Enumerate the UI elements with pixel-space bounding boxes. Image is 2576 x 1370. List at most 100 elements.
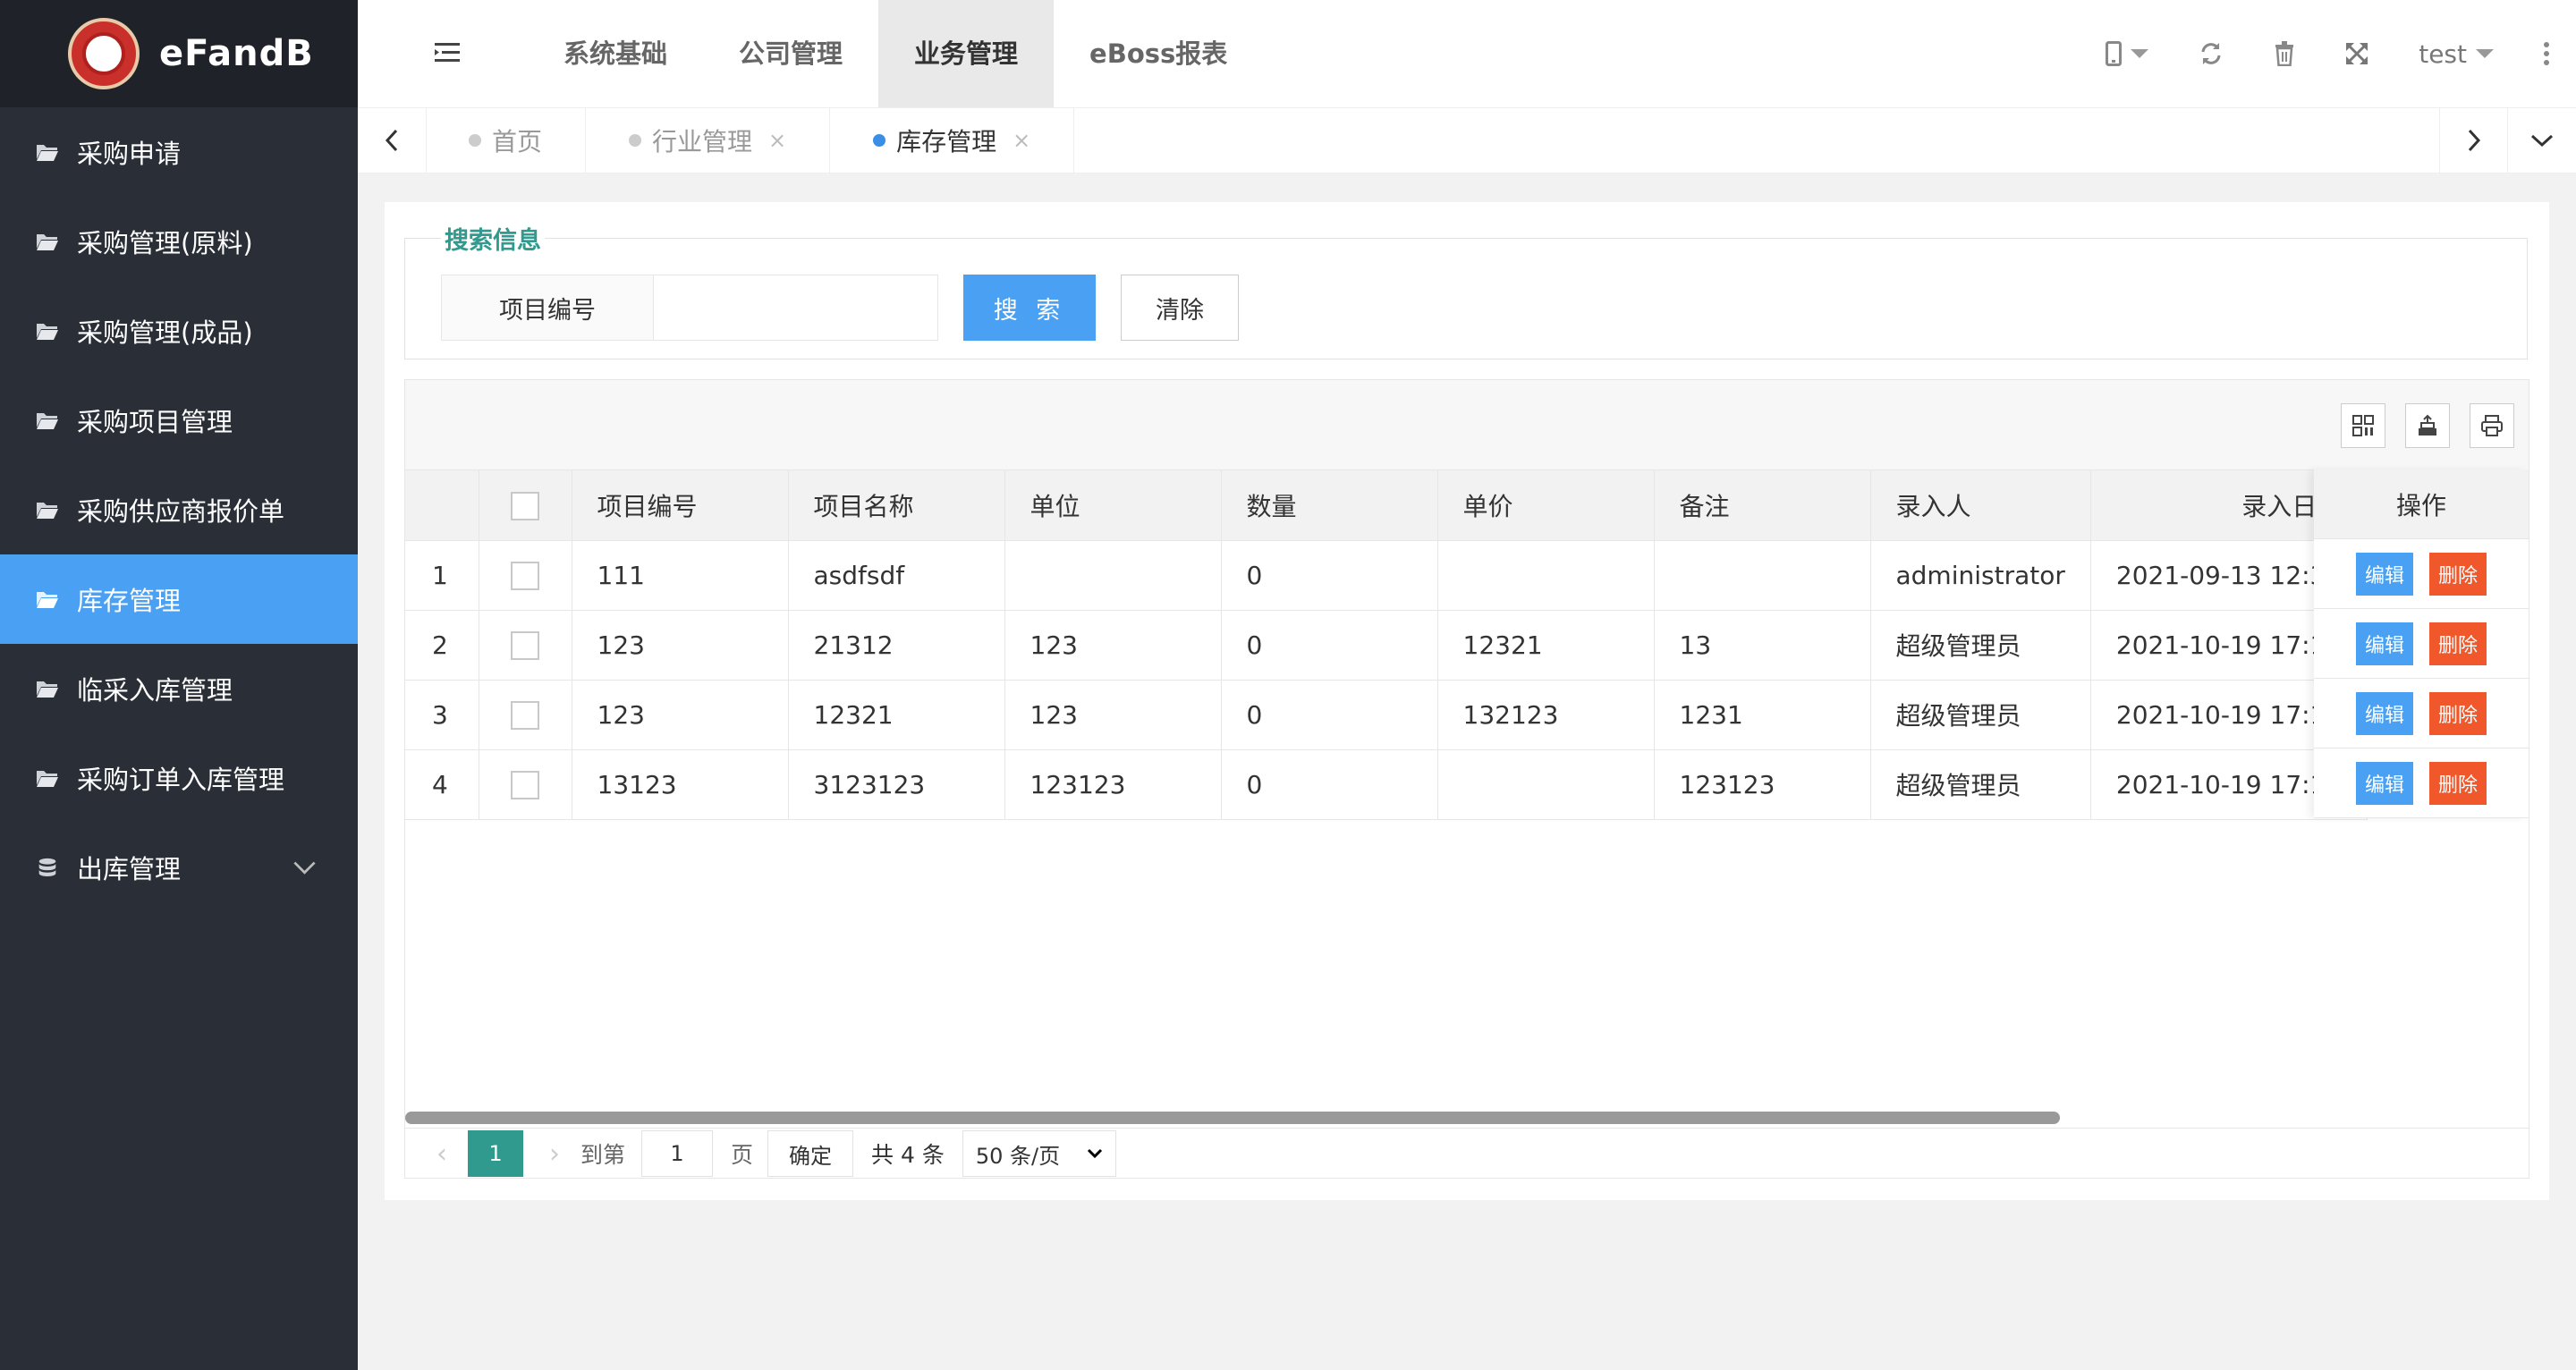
row-index: 2: [405, 610, 479, 681]
folder-open-icon: [37, 324, 58, 340]
close-icon[interactable]: ×: [768, 128, 786, 153]
print-button[interactable]: [2470, 403, 2514, 448]
folder-open-icon: [37, 234, 58, 250]
select-all-checkbox[interactable]: [511, 491, 539, 520]
cell-price: 12321: [1437, 610, 1655, 681]
tab-label: 库存管理: [896, 127, 997, 156]
tab-scroll-right-button[interactable]: [2439, 108, 2508, 173]
edit-button[interactable]: 编辑: [2355, 761, 2413, 805]
clear-cache-button[interactable]: [2274, 41, 2295, 66]
horizontal-scrollbar[interactable]: [405, 1112, 2060, 1124]
more-options-button[interactable]: [2544, 42, 2549, 65]
logo-area: eFandB: [0, 0, 358, 107]
tab-scroll-left-button[interactable]: [358, 108, 427, 173]
top-nav-system[interactable]: 系统基础: [528, 0, 703, 107]
cell-name: 21312: [788, 610, 1005, 681]
close-icon[interactable]: ×: [1013, 128, 1030, 153]
pagination: ‹ 1 › 到第 1 页 确定 共 4 条 50 条/页: [405, 1128, 2529, 1178]
column-header[interactable]: 单位: [1004, 470, 1222, 541]
folder-open-icon: [37, 145, 58, 161]
more-vertical-icon: [2544, 42, 2549, 65]
top-nav-eboss-report[interactable]: eBoss报表: [1054, 0, 1263, 107]
row-checkbox[interactable]: [511, 701, 539, 730]
delete-button[interactable]: 删除: [2429, 552, 2487, 596]
search-legend: 搜索信息: [441, 221, 545, 256]
table-toolbar: [405, 380, 2529, 470]
sidebar-item-temp-inbound[interactable]: 临采入库管理: [0, 644, 358, 733]
tab-label: 首页: [492, 127, 543, 156]
top-nav-business[interactable]: 业务管理: [878, 0, 1055, 107]
tab-home[interactable]: 首页: [426, 108, 587, 173]
edit-button[interactable]: 编辑: [2355, 622, 2413, 665]
cell-qty: 0: [1221, 540, 1438, 611]
trash-icon: [2275, 41, 2294, 66]
table-row: 3 123 12321 123 0 132123 1231 超级管理员 2021…: [405, 680, 2368, 750]
column-header[interactable]: 项目名称: [788, 470, 1005, 541]
delete-button[interactable]: 删除: [2429, 622, 2487, 665]
column-header[interactable]: 项目编号: [572, 470, 789, 541]
table-row: 4 13123 3123123 123123 0 123123 超级管理员 20…: [405, 749, 2368, 820]
cell-qty: 0: [1221, 749, 1438, 820]
search-button[interactable]: 搜 索: [963, 275, 1096, 341]
sidebar-item-purchase-finished[interactable]: 采购管理(成品): [0, 286, 358, 376]
fullscreen-icon: [2346, 43, 2368, 64]
tab-industry[interactable]: 行业管理 ×: [586, 108, 831, 173]
fullscreen-button[interactable]: [2345, 42, 2368, 65]
folder-open-icon: [37, 681, 58, 698]
columns-filter-button[interactable]: [2341, 403, 2385, 448]
goto-confirm-button[interactable]: 确定: [767, 1130, 854, 1177]
next-page-icon[interactable]: ›: [541, 1138, 568, 1170]
tab-label: 行业管理: [652, 127, 753, 156]
page-size-select[interactable]: 50 条/页: [962, 1130, 1116, 1177]
cell-name: asdfsdf: [788, 540, 1005, 611]
sidebar-item-supplier-quote[interactable]: 采购供应商报价单: [0, 465, 358, 554]
tab-dot: [469, 134, 481, 147]
project-code-input[interactable]: [654, 275, 938, 341]
sidebar-item-purchase-project[interactable]: 采购项目管理: [0, 376, 358, 465]
row-checkbox[interactable]: [511, 562, 539, 590]
row-actions: 编辑 删除: [2314, 679, 2529, 748]
user-menu[interactable]: test: [2419, 39, 2494, 69]
cell-note: 13: [1654, 610, 1871, 681]
sidebar-item-outbound[interactable]: 出库管理: [0, 823, 358, 912]
tab-inventory[interactable]: 库存管理 ×: [830, 108, 1075, 173]
index-header: [405, 470, 479, 541]
refresh-button[interactable]: [2199, 41, 2224, 66]
edit-button[interactable]: 编辑: [2355, 691, 2413, 735]
cell-creator: 超级管理员: [1870, 680, 2091, 750]
sidebar-item-purchase-raw[interactable]: 采购管理(原料): [0, 197, 358, 286]
cell-price: [1437, 540, 1655, 611]
prev-page-icon[interactable]: ‹: [428, 1138, 455, 1170]
sidebar-item-inventory[interactable]: 库存管理: [0, 554, 358, 644]
cell-note: [1654, 540, 1871, 611]
row-checkbox[interactable]: [511, 631, 539, 660]
row-actions: 编辑 删除: [2314, 748, 2529, 818]
cell-note: 1231: [1654, 680, 1871, 750]
column-header[interactable]: 单价: [1437, 470, 1655, 541]
export-button[interactable]: [2405, 403, 2450, 448]
mobile-view-button[interactable]: [2106, 41, 2149, 66]
column-header[interactable]: 录入人: [1870, 470, 2091, 541]
table-row: 2 123 21312 123 0 12321 13 超级管理员 2021-10…: [405, 610, 2368, 681]
delete-button[interactable]: 删除: [2429, 761, 2487, 805]
clear-button[interactable]: 清除: [1121, 275, 1239, 341]
column-header[interactable]: 备注: [1654, 470, 1871, 541]
columns-icon: [2352, 415, 2374, 436]
folder-open-icon: [37, 503, 58, 519]
cell-creator: 超级管理员: [1870, 610, 2091, 681]
header-tools: test: [2080, 0, 2576, 107]
edit-button[interactable]: 编辑: [2355, 552, 2413, 596]
page-number-current[interactable]: 1: [468, 1130, 523, 1177]
goto-page-input[interactable]: 1: [641, 1130, 714, 1177]
column-header[interactable]: 数量: [1221, 470, 1438, 541]
row-checkbox[interactable]: [511, 771, 539, 799]
sidebar-item-order-inbound[interactable]: 采购订单入库管理: [0, 733, 358, 823]
page-size-value: 50 条/页: [975, 1143, 1061, 1169]
top-nav-company[interactable]: 公司管理: [703, 0, 878, 107]
menu-collapse-icon[interactable]: [435, 43, 460, 63]
delete-button[interactable]: 删除: [2429, 691, 2487, 735]
sidebar-item-purchase-request[interactable]: 采购申请: [0, 107, 358, 197]
cell-code: 123: [572, 680, 789, 750]
total-count: 共 4 条: [871, 1142, 945, 1168]
tab-options-button[interactable]: [2507, 108, 2576, 173]
